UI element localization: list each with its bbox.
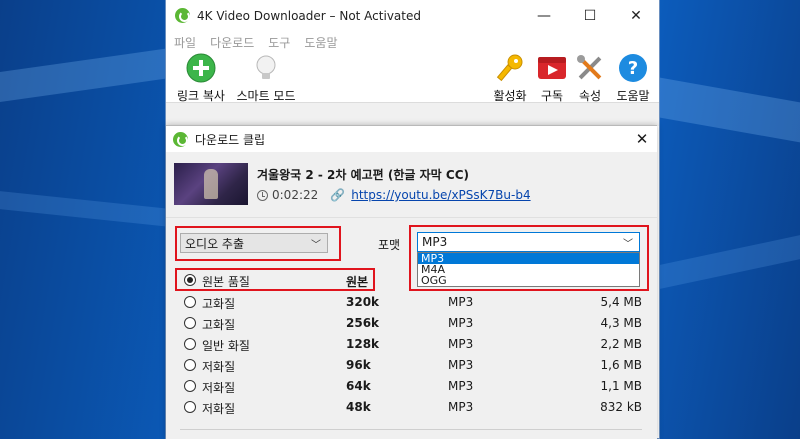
plus-icon xyxy=(186,53,216,83)
format-label: 포맷 xyxy=(378,238,401,252)
app-logo-icon xyxy=(173,131,188,147)
quality-size: 1,6 MB xyxy=(600,358,642,372)
quality-radio[interactable] xyxy=(184,317,196,329)
quality-size: 2,2 MB xyxy=(600,337,642,351)
preferences-label: 속성 xyxy=(578,89,602,103)
quality-name: 일반 화질 xyxy=(202,339,250,353)
quality-format: MP3 xyxy=(448,316,474,330)
highlight-box-mode xyxy=(175,226,341,261)
key-icon xyxy=(496,54,523,82)
quality-format: MP3 xyxy=(448,295,474,309)
maximize-button[interactable]: ☐ xyxy=(567,0,613,31)
clock-icon xyxy=(257,189,268,201)
quality-radio[interactable] xyxy=(184,296,196,308)
subscription-icon xyxy=(538,57,566,79)
video-thumbnail xyxy=(174,163,248,205)
quality-bitrate: 64k xyxy=(346,379,371,393)
quality-radio[interactable] xyxy=(184,359,196,371)
quality-radio[interactable] xyxy=(184,401,196,413)
menu-file[interactable]: 파일 xyxy=(174,34,196,51)
dialog-title: 다운로드 클립 xyxy=(195,132,266,147)
quality-format: MP3 xyxy=(448,358,474,372)
download-options: 오디오 추출 ﹀ 포맷 MP3 ﹀ MP3 M4A OGG 원본 품질 원본 고… xyxy=(166,218,657,439)
video-meta: 0:02:22 🔗 https://youtu.be/xPSsK7Bu-b4 xyxy=(257,188,531,202)
svg-text:?: ? xyxy=(628,58,638,79)
dialog-title-bar[interactable]: 다운로드 클립 ✕ xyxy=(166,126,657,152)
window-title: 4K Video Downloader – Not Activated xyxy=(197,8,421,23)
help-button[interactable]: ? 도움말 xyxy=(610,53,656,104)
quality-name: 저화질 xyxy=(202,360,236,374)
light-bulb-icon xyxy=(256,55,276,79)
video-duration: 0:02:22 xyxy=(272,188,319,202)
paste-link-label: 링크 복사 xyxy=(177,89,225,103)
toolbar: 링크 복사 스마트 모드 활성화 구독 속성 ? 도움말 xyxy=(166,53,659,104)
quality-radio[interactable] xyxy=(184,338,196,350)
menu-download[interactable]: 다운로드 xyxy=(210,34,254,51)
smart-mode-button[interactable]: 스마트 모드 xyxy=(234,53,298,104)
quality-size: 4,3 MB xyxy=(600,316,642,330)
desktop-light-ray xyxy=(0,48,170,102)
quality-size: 1,1 MB xyxy=(600,379,642,393)
subscribe-label: 구독 xyxy=(540,89,564,103)
quality-size: 832 kB xyxy=(600,400,642,414)
quality-name: 고화질 xyxy=(202,297,236,311)
minimize-button[interactable]: — xyxy=(521,0,567,31)
highlight-box-quality xyxy=(175,268,375,291)
quality-bitrate: 96k xyxy=(346,358,371,372)
video-title: 겨울왕국 2 - 2차 예고편 (한글 자막 CC) xyxy=(257,168,469,182)
quality-format: MP3 xyxy=(448,400,474,414)
help-icon: ? xyxy=(619,54,647,82)
quality-row[interactable]: 고화질 256k MP3 4,3 MB xyxy=(180,313,642,333)
menu-bar: 파일 다운로드 도구 도움말 xyxy=(166,31,659,53)
quality-format: MP3 xyxy=(448,379,474,393)
quality-bitrate: 128k xyxy=(346,337,380,351)
quality-bitrate: 256k xyxy=(346,316,380,330)
quality-name: 저화질 xyxy=(202,381,236,395)
toolbar-separator xyxy=(166,102,659,126)
dialog-close-button[interactable]: ✕ xyxy=(627,130,657,148)
divider xyxy=(180,429,642,430)
quality-format: MP3 xyxy=(448,337,474,351)
title-bar[interactable]: 4K Video Downloader – Not Activated — ☐ … xyxy=(166,0,659,31)
video-url-link[interactable]: https://youtu.be/xPSsK7Bu-b4 xyxy=(351,188,530,202)
help-label: 도움말 xyxy=(616,89,650,103)
video-info: 겨울왕국 2 - 2차 예고편 (한글 자막 CC) 0:02:22 🔗 htt… xyxy=(166,152,657,218)
quality-row[interactable]: 저화질 96k MP3 1,6 MB xyxy=(180,355,642,375)
tools-icon xyxy=(577,55,602,80)
close-button[interactable]: ✕ xyxy=(613,0,659,31)
menu-help[interactable]: 도움말 xyxy=(304,34,337,51)
menu-tools[interactable]: 도구 xyxy=(268,34,290,51)
link-icon: 🔗 xyxy=(330,188,346,202)
paste-link-button[interactable]: 링크 복사 xyxy=(173,53,229,104)
quality-name: 저화질 xyxy=(202,402,236,416)
download-clip-dialog: 다운로드 클립 ✕ 겨울왕국 2 - 2차 예고편 (한글 자막 CC) 0:0… xyxy=(166,125,657,439)
quality-name: 고화질 xyxy=(202,318,236,332)
subscribe-button[interactable]: 구독 xyxy=(535,53,569,104)
quality-bitrate: 320k xyxy=(346,295,380,309)
desktop-light-ray xyxy=(660,235,800,289)
quality-row[interactable]: 저화질 64k MP3 1,1 MB xyxy=(180,376,642,396)
quality-row[interactable]: 일반 화질 128k MP3 2,2 MB xyxy=(180,334,642,354)
desktop-light-ray xyxy=(660,77,800,143)
quality-size: 5,4 MB xyxy=(600,295,642,309)
desktop-light-ray xyxy=(0,191,170,227)
quality-radio[interactable] xyxy=(184,380,196,392)
quality-bitrate: 48k xyxy=(346,400,371,414)
quality-row[interactable]: 고화질 320k MP3 5,4 MB xyxy=(180,292,642,312)
smart-mode-label: 스마트 모드 xyxy=(236,89,296,103)
activate-button[interactable]: 활성화 xyxy=(490,53,530,104)
preferences-button[interactable]: 속성 xyxy=(572,53,608,104)
activate-label: 활성화 xyxy=(493,89,527,103)
quality-row[interactable]: 저화질 48k MP3 832 kB xyxy=(180,397,642,417)
app-logo-icon xyxy=(175,8,190,23)
